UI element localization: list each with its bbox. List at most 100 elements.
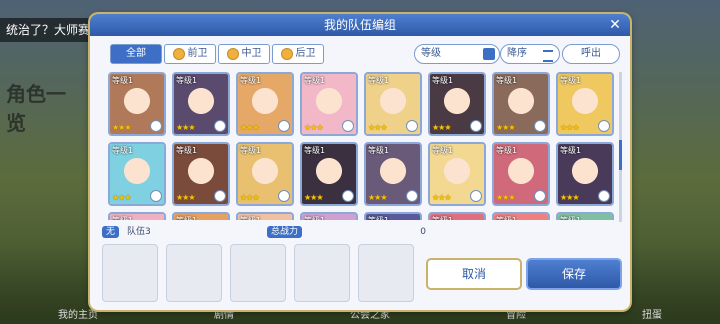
character-card[interactable]: 等级1 ★★★ [364, 72, 422, 136]
character-card[interactable]: 等级1 ★★★ [236, 72, 294, 136]
level-label: 等级 [421, 48, 441, 59]
cancel-button[interactable]: 取消 [426, 258, 522, 290]
call-button[interactable]: 呼出 [562, 44, 620, 64]
level-label: 等级1 [496, 76, 518, 85]
nav-item-home[interactable]: 我的主页 [58, 306, 98, 324]
tab-front[interactable]: 前卫 [164, 44, 216, 64]
character-card[interactable]: 等级1 ★★★ [556, 142, 614, 206]
star-rating: ★★★ [112, 193, 131, 202]
tab-middle[interactable]: 中卫 [218, 44, 270, 64]
sort-by-level-button[interactable]: 等级 [414, 44, 500, 64]
character-card[interactable]: 等级1 ★★★ [492, 72, 550, 136]
rank-icon [214, 190, 226, 202]
team-info-bar: 无 队伍3 总战力 0 [102, 226, 426, 238]
star-rating: ★★★ [112, 123, 131, 132]
character-card[interactable]: 等级1 [428, 212, 486, 220]
level-label: 等级1 [560, 76, 582, 85]
character-card[interactable]: 等级1 ★★★ [300, 72, 358, 136]
rank-icon [598, 190, 610, 202]
tab-label: 全部 [126, 48, 146, 59]
character-card[interactable]: 等级1 ★★★ [108, 72, 166, 136]
character-card[interactable]: 等级1 [236, 212, 294, 220]
star-rating: ★★★ [560, 193, 579, 202]
level-label: 等级1 [432, 76, 454, 85]
star-rating: ★★★ [368, 123, 387, 132]
rank-icon [470, 120, 482, 132]
team-slot-1[interactable] [102, 244, 158, 302]
level-label: 等级1 [560, 146, 582, 155]
character-card[interactable]: 等级1 [172, 212, 230, 220]
level-label: 等级1 [432, 215, 453, 220]
sort-label: 降序 [507, 48, 527, 59]
level-label: 等级1 [112, 146, 134, 155]
level-label: 等级1 [368, 215, 389, 220]
dialog-header: 我的队伍编组 ✕ [90, 14, 630, 36]
rank-icon [598, 120, 610, 132]
save-button[interactable]: 保存 [526, 258, 622, 290]
level-label: 等级1 [240, 215, 261, 220]
level-label: 等级1 [176, 215, 197, 220]
grid-scrollbar[interactable] [619, 72, 622, 222]
level-label: 等级1 [240, 76, 262, 85]
tab-label: 前卫 [187, 48, 208, 59]
character-card[interactable]: 等级1 ★★★ [300, 142, 358, 206]
star-rating: ★★★ [496, 193, 515, 202]
level-label: 等级1 [496, 146, 518, 155]
character-card[interactable]: 等级1 ★★★ [492, 142, 550, 206]
rank-icon [278, 120, 290, 132]
team-slot-3[interactable] [230, 244, 286, 302]
character-card[interactable]: 等级1 ★★★ [172, 142, 230, 206]
team-edit-dialog: 我的队伍编组 ✕ 全部 前卫 中卫 后卫 等级 降序 呼出 等级1 ★★★ 等级1 ★… [90, 14, 630, 310]
position-icon [172, 48, 185, 60]
level-label: 等级1 [368, 76, 390, 85]
character-card[interactable]: 等级1 ★★★ [236, 142, 294, 206]
nav-item-gacha[interactable]: 扭蛋 [642, 306, 662, 324]
level-label: 等级1 [432, 146, 454, 155]
level-label: 等级1 [368, 146, 390, 155]
level-label: 等级1 [176, 146, 198, 155]
character-card[interactable]: 等级1 ★★★ [364, 142, 422, 206]
rank-icon [534, 190, 546, 202]
character-grid: 等级1 ★★★ 等级1 ★★★ 等级1 ★★★ 等级1 ★★★ 等级1 ★★★ 等级1 ★★★ 等级1 ★… [108, 72, 618, 220]
character-card[interactable]: 等级1 [492, 212, 550, 220]
star-rating: ★★★ [496, 123, 515, 132]
character-card[interactable]: 等级1 [556, 212, 614, 220]
sort-order-button[interactable]: 降序 [500, 44, 560, 64]
rank-icon [342, 120, 354, 132]
team-slot-4[interactable] [294, 244, 350, 302]
character-card[interactable]: 等级1 ★★★ [428, 72, 486, 136]
tab-label: 后卫 [295, 48, 316, 59]
team-slot-2[interactable] [166, 244, 222, 302]
level-label: 等级1 [112, 215, 133, 220]
character-card[interactable]: 等级1 ★★★ [556, 72, 614, 136]
rank-icon [342, 190, 354, 202]
character-card[interactable]: 等级1 [108, 212, 166, 220]
level-label: 等级1 [304, 215, 325, 220]
character-card[interactable]: 等级1 [300, 212, 358, 220]
rank-icon [214, 120, 226, 132]
level-label: 等级1 [304, 76, 326, 85]
rank-icon [406, 190, 418, 202]
star-rating: ★★★ [176, 123, 195, 132]
position-icon [280, 48, 293, 60]
character-card[interactable]: 等级1 ★★★ [108, 142, 166, 206]
character-card[interactable]: 等级1 ★★★ [172, 72, 230, 136]
tab-label: 中卫 [241, 48, 262, 59]
tab-back[interactable]: 后卫 [272, 44, 324, 64]
position-filter-tabs: 全部 前卫 中卫 后卫 [110, 44, 326, 64]
rank-icon [470, 190, 482, 202]
scroll-thumb[interactable] [619, 140, 622, 170]
rank-icon [406, 120, 418, 132]
star-rating: ★★★ [432, 193, 451, 202]
rank-icon [150, 120, 162, 132]
character-card[interactable]: 等级1 [364, 212, 422, 220]
total-power-value: 0 [420, 227, 426, 237]
character-card[interactable]: 等级1 ★★★ [428, 142, 486, 206]
tab-all[interactable]: 全部 [110, 44, 162, 64]
dialog-title: 我的队伍编组 [323, 18, 396, 32]
level-label: 等级1 [240, 146, 262, 155]
team-slot-5[interactable] [358, 244, 414, 302]
close-icon[interactable]: ✕ [606, 16, 624, 34]
star-rating: ★★★ [432, 123, 451, 132]
star-rating: ★★★ [304, 193, 323, 202]
